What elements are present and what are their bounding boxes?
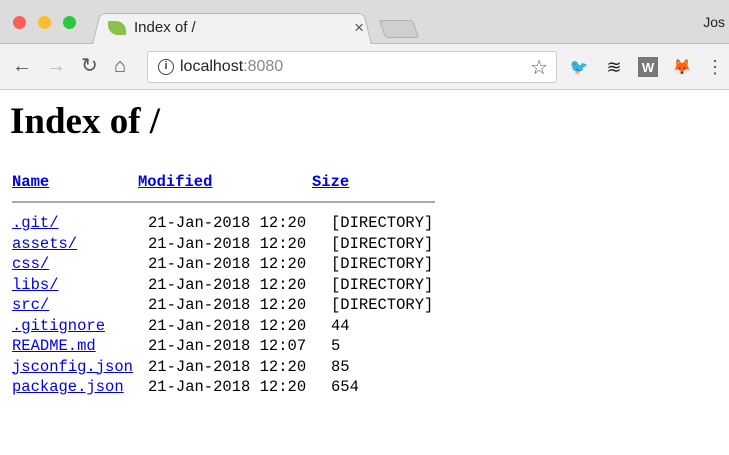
w-icon[interactable]: W: [638, 57, 658, 77]
close-window-button[interactable]: [13, 16, 26, 29]
metamask-icon[interactable]: 🦊: [672, 57, 692, 77]
bookmark-star-icon[interactable]: ☆: [530, 55, 548, 80]
sort-by-size-link[interactable]: Size: [312, 173, 349, 191]
modified-cell: 21-Jan-2018 12:07: [148, 337, 307, 355]
modified-cell: 21-Jan-2018 12:20: [148, 234, 307, 253]
twitter-icon[interactable]: 🐦: [569, 57, 589, 77]
maximize-window-button[interactable]: [63, 16, 76, 29]
tab-bar: Index of / × Jos: [0, 0, 729, 45]
file-link[interactable]: .gitignore: [12, 317, 105, 335]
info-icon[interactable]: i: [158, 59, 174, 75]
size-cell: 5: [331, 337, 341, 355]
back-icon[interactable]: ←: [12, 56, 32, 76]
page-title: Index of /: [10, 101, 161, 142]
file-link[interactable]: jsconfig.json: [12, 358, 133, 376]
header-divider: [12, 201, 435, 203]
forward-icon[interactable]: →: [46, 56, 66, 76]
size-cell: 654: [331, 378, 359, 396]
toolbar: ← → ↻ ⌂ i localhost:8080 ☆ 🐦 ≋ W 🦊 ⋮: [0, 44, 729, 90]
sort-by-modified-link[interactable]: Modified: [138, 173, 212, 191]
file-link[interactable]: package.json: [12, 378, 124, 396]
url-host: localhost: [180, 58, 244, 75]
modified-cell: 21-Jan-2018 12:20: [148, 214, 307, 232]
home-icon[interactable]: ⌂: [114, 56, 126, 76]
modified-cell: 21-Jan-2018 12:20: [148, 275, 307, 294]
file-link[interactable]: .git/: [12, 214, 59, 232]
size-cell: 44: [331, 316, 350, 335]
close-tab-icon[interactable]: ×: [354, 18, 364, 38]
modified-cell: 21-Jan-2018 12:20: [148, 296, 307, 314]
file-link[interactable]: css/: [12, 255, 49, 273]
spring-leaf-icon: [108, 20, 126, 35]
size-cell: [DIRECTORY]: [331, 275, 434, 294]
reload-icon[interactable]: ↻: [81, 56, 98, 76]
file-link[interactable]: libs/: [12, 276, 59, 294]
size-cell: [DIRECTORY]: [331, 214, 434, 232]
menu-icon[interactable]: ⋮: [705, 57, 725, 77]
buffer-icon[interactable]: ≋: [604, 57, 624, 77]
modified-cell: 21-Jan-2018 12:20: [148, 255, 307, 273]
sort-by-name-link[interactable]: Name: [12, 173, 49, 191]
new-tab-button[interactable]: [378, 20, 420, 38]
size-cell: [DIRECTORY]: [331, 234, 434, 253]
file-link[interactable]: README.md: [12, 337, 96, 355]
file-link[interactable]: src/: [12, 296, 49, 314]
profile-name[interactable]: Jos: [703, 14, 725, 30]
address-bar[interactable]: i localhost:8080 ☆: [147, 51, 557, 83]
url-port: :8080: [243, 58, 284, 75]
modified-cell: 21-Jan-2018 12:20: [148, 357, 307, 376]
size-cell: [DIRECTORY]: [331, 296, 434, 314]
file-link[interactable]: assets/: [12, 235, 77, 253]
modified-cell: 21-Jan-2018 12:20: [148, 378, 307, 396]
modified-cell: 21-Jan-2018 12:20: [148, 316, 307, 335]
size-cell: 85: [331, 357, 350, 376]
minimize-window-button[interactable]: [38, 16, 51, 29]
tab-title: Index of /: [134, 19, 196, 36]
size-cell: [DIRECTORY]: [331, 255, 434, 273]
